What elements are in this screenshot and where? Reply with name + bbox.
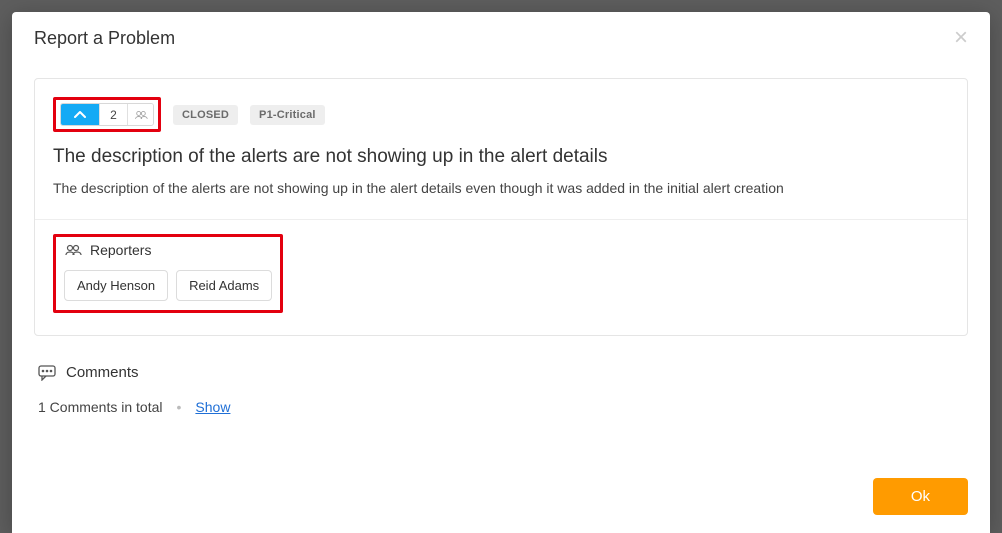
vote-count: 2 xyxy=(99,104,127,125)
upvote-button[interactable] xyxy=(61,104,99,125)
issue-card-top: 2 CLOSED P1-Crit xyxy=(35,79,967,219)
comments-label: Comments xyxy=(66,364,139,381)
issue-card-bottom: Reporters Andy Henson Reid Adams xyxy=(35,220,967,335)
comments-summary-row: 1 Comments in total • Show xyxy=(38,399,964,415)
ok-button[interactable]: Ok xyxy=(873,478,968,515)
report-problem-modal: Report a Problem × 2 xyxy=(12,12,990,533)
issue-card: 2 CLOSED P1-Crit xyxy=(34,78,968,336)
reporters-heading: Reporters xyxy=(60,240,276,258)
vote-box: 2 xyxy=(60,103,154,126)
issue-title: The description of the alerts are not sh… xyxy=(53,146,949,168)
separator-dot: • xyxy=(177,399,182,415)
show-comments-link[interactable]: Show xyxy=(195,399,230,415)
vote-highlight: 2 xyxy=(53,97,161,132)
issue-description: The description of the alerts are not sh… xyxy=(53,178,949,199)
comments-section: Comments 1 Comments in total • Show xyxy=(34,364,968,415)
modal-body: 2 CLOSED P1-Crit xyxy=(12,60,990,464)
reporter-chip[interactable]: Reid Adams xyxy=(176,270,272,301)
priority-badge: P1-Critical xyxy=(250,105,325,125)
reporter-chip[interactable]: Andy Henson xyxy=(64,270,168,301)
comments-heading: Comments xyxy=(38,364,964,381)
reporters-chips: Andy Henson Reid Adams xyxy=(60,270,276,307)
comment-icon xyxy=(38,365,56,381)
reporters-section: Reporters Andy Henson Reid Adams xyxy=(60,240,276,307)
people-icon xyxy=(64,243,82,257)
modal-header: Report a Problem × xyxy=(12,12,990,60)
close-icon[interactable]: × xyxy=(954,26,968,50)
reporters-highlight: Reporters Andy Henson Reid Adams xyxy=(53,234,283,313)
modal-title: Report a Problem xyxy=(34,28,175,49)
comments-count: 1 Comments in total xyxy=(38,399,163,415)
people-icon xyxy=(134,109,148,121)
reporters-label: Reporters xyxy=(90,242,151,258)
voters-button[interactable] xyxy=(127,104,153,125)
badges-row: 2 CLOSED P1-Crit xyxy=(53,97,949,132)
modal-footer: Ok xyxy=(12,464,990,533)
chevron-up-icon xyxy=(74,110,86,120)
status-badge: CLOSED xyxy=(173,105,238,125)
